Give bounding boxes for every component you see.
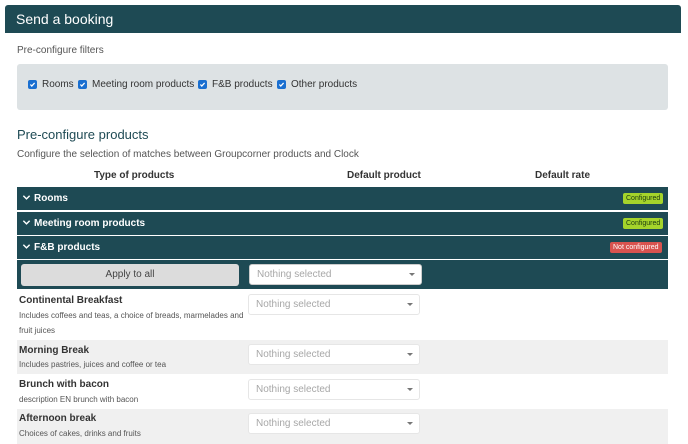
chevron-down-icon <box>22 220 31 225</box>
chevron-down-icon <box>22 244 31 249</box>
caret-down-icon <box>407 388 413 391</box>
filter-meeting-room-products-checkbox[interactable]: Meeting room products <box>78 77 194 91</box>
products-section-title: Pre-configure products <box>17 127 149 142</box>
modal-title: Send a booking <box>16 11 114 27</box>
product-name: Afternoon break <box>19 413 97 424</box>
filter-meeting-room-products-label: Meeting room products <box>92 78 195 90</box>
category-row-fb-products[interactable]: F&B products Not configured <box>17 236 668 259</box>
checkbox-checked-icon <box>78 79 87 89</box>
caret-down-icon <box>407 353 413 356</box>
column-header-default-rate: Default rate <box>535 170 591 181</box>
default-product-select[interactable]: Nothing selected <box>248 413 420 434</box>
select-placeholder: Nothing selected <box>257 269 332 280</box>
default-product-select[interactable]: Nothing selected <box>248 294 420 315</box>
status-badge: Configured <box>623 193 664 204</box>
product-row-continental-breakfast: Continental Breakfast Includes coffees a… <box>17 290 668 340</box>
product-name: Brunch with bacon <box>19 379 109 390</box>
checkbox-checked-icon <box>277 79 286 89</box>
filter-fb-products-label: F&B products <box>212 78 273 90</box>
select-placeholder: Nothing selected <box>256 418 331 429</box>
column-header-type: Type of products <box>94 170 175 181</box>
product-row-morning-break: Morning Break Includes pastries, juices … <box>17 340 668 374</box>
checkbox-checked-icon <box>198 79 207 89</box>
apply-to-all-button[interactable]: Apply to all <box>21 264 239 286</box>
column-header-default-product: Default product <box>347 170 421 181</box>
caret-down-icon <box>407 303 413 306</box>
product-name: Continental Breakfast <box>19 295 123 306</box>
select-placeholder: Nothing selected <box>256 299 331 310</box>
filters-label: Pre-configure filters <box>17 45 104 56</box>
default-product-select[interactable]: Nothing selected <box>248 344 420 365</box>
apply-to-all-bar: Apply to all Nothing selected <box>17 260 668 289</box>
product-name: Morning Break <box>19 345 90 356</box>
apply-to-all-select[interactable]: Nothing selected <box>249 264 422 285</box>
modal-header: Send a booking <box>5 5 681 33</box>
category-row-meeting-room-products[interactable]: Meeting room products Configured <box>17 212 668 235</box>
checkbox-checked-icon <box>28 79 37 89</box>
products-section-description: Configure the selection of matches betwe… <box>17 149 359 160</box>
filter-rooms-checkbox[interactable]: Rooms <box>28 77 74 91</box>
category-row-rooms[interactable]: Rooms Configured <box>17 187 668 210</box>
select-placeholder: Nothing selected <box>256 384 331 395</box>
chevron-down-icon <box>22 195 31 200</box>
product-description: Includes pastries, juices and coffee or … <box>19 360 167 369</box>
status-badge: Configured <box>623 218 664 229</box>
filter-rooms-label: Rooms <box>42 78 74 90</box>
filter-other-products-label: Other products <box>291 78 358 90</box>
filter-fb-products-checkbox[interactable]: F&B products <box>198 77 273 91</box>
status-badge: Not configured <box>610 242 662 253</box>
default-product-select[interactable]: Nothing selected <box>248 379 420 400</box>
category-label: Rooms <box>34 193 68 204</box>
category-label: Meeting room products <box>34 218 146 229</box>
filter-other-products-checkbox[interactable]: Other products <box>277 77 357 91</box>
product-description: Choices of cakes, drinks and fruits <box>19 429 141 438</box>
filters-panel: Rooms Meeting room products F&B products… <box>17 64 668 110</box>
product-description: Includes coffees and teas, a choice of b… <box>19 311 244 335</box>
product-description: description EN brunch with bacon <box>19 395 139 404</box>
category-label: F&B products <box>34 242 101 253</box>
product-row-brunch-with-bacon: Brunch with bacon description EN brunch … <box>17 374 668 409</box>
select-placeholder: Nothing selected <box>256 349 331 360</box>
caret-down-icon <box>407 422 413 425</box>
caret-down-icon <box>409 273 415 276</box>
product-row-afternoon-break: Afternoon break Choices of cakes, drinks… <box>17 409 668 444</box>
